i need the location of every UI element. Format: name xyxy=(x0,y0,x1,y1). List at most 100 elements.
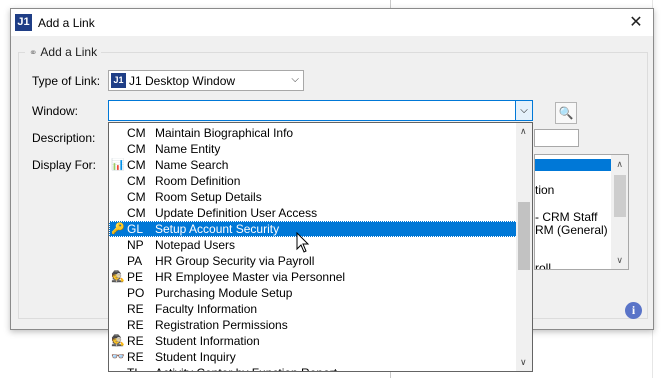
title-bar: J1 Add a Link ✕ xyxy=(11,9,653,36)
lock-key-icon: 🔑 xyxy=(111,223,125,235)
item-name: Purchasing Module Setup xyxy=(155,286,293,300)
item-module: CM xyxy=(127,158,146,172)
window-dropdown-button[interactable]: ⌵ xyxy=(515,101,532,120)
item-icon xyxy=(111,174,125,188)
dropdown-item[interactable]: 🕵 PE HR Employee Master via Personnel xyxy=(109,269,532,285)
scroll-up-icon[interactable]: ∧ xyxy=(520,126,527,137)
item-module: CM xyxy=(127,206,146,220)
item-module: NP xyxy=(127,238,144,252)
display-for-item[interactable]: tion xyxy=(535,183,554,197)
item-module: CM xyxy=(127,190,146,204)
dropdown-item[interactable]: NP Notepad Users xyxy=(109,237,532,253)
dropdown-item[interactable]: 👓 RE Student Inquiry xyxy=(109,349,532,365)
dropdown-item[interactable]: CM Update Definition User Access xyxy=(109,205,532,221)
chevron-down-icon: ⌵ xyxy=(520,105,528,116)
dropdown-item[interactable]: RE Faculty Information xyxy=(109,301,532,317)
display-for-item[interactable]: RM (General) xyxy=(535,223,608,237)
item-module: RE xyxy=(127,318,144,332)
j1-desktop-icon: J1 xyxy=(111,73,126,88)
item-icon xyxy=(111,302,125,316)
description-input[interactable] xyxy=(534,129,579,147)
item-icon xyxy=(111,254,125,268)
item-name: Activity Center by Function Report xyxy=(155,365,337,371)
item-icon xyxy=(111,318,125,332)
dropdown-item[interactable]: RE Registration Permissions xyxy=(109,317,532,333)
item-module: RE xyxy=(127,350,144,364)
item-icon xyxy=(111,238,125,252)
dropdown-item[interactable]: CM Room Definition xyxy=(109,173,532,189)
item-name: Name Entity xyxy=(155,142,221,156)
scroll-thumb[interactable] xyxy=(614,175,626,217)
item-module: RE xyxy=(127,302,144,316)
dropdown-item[interactable]: PA HR Group Security via Payroll xyxy=(109,253,532,269)
info-icon[interactable]: i xyxy=(625,302,642,319)
item-module: PE xyxy=(127,270,144,284)
dropdown-item[interactable]: 🔑 GL Setup Account Security xyxy=(109,221,532,237)
item-icon xyxy=(111,206,125,220)
display-for-list[interactable]: tion - CRM Staff RM (General) roll ∧ ∨ xyxy=(534,154,629,270)
group-legend-text: Add a Link xyxy=(40,45,98,59)
window-title: Add a Link xyxy=(38,16,95,30)
item-icon xyxy=(111,142,125,156)
item-icon xyxy=(111,126,125,140)
type-of-link-value: J1 Desktop Window xyxy=(129,74,236,88)
item-name: Student Inquiry xyxy=(155,350,236,364)
item-module: CM xyxy=(127,174,146,188)
window-select[interactable]: ⌵ xyxy=(108,100,533,121)
window-dropdown-list[interactable]: CM Maintain Biographical Info CM Name Entit… xyxy=(108,122,533,372)
item-name: Setup Account Security xyxy=(155,222,280,236)
item-name: Faculty Information xyxy=(155,302,258,316)
dropdown-item[interactable]: 🕵 RE Student Information xyxy=(109,333,532,349)
chevron-down-icon: ⌵ xyxy=(291,74,299,85)
person-chart-icon: 📊 xyxy=(111,159,125,171)
dropdown-item[interactable]: PO Purchasing Module Setup xyxy=(109,285,532,301)
scroll-thumb[interactable] xyxy=(518,202,530,270)
display-for-selected-row[interactable] xyxy=(535,159,611,171)
type-of-link-label: Type of Link: xyxy=(32,74,101,88)
item-name: HR Group Security via Payroll xyxy=(155,254,315,268)
spy-glasses-icon: 👓 xyxy=(111,351,125,363)
item-name: Notepad Users xyxy=(155,238,236,252)
item-icon xyxy=(111,190,125,204)
item-module: RE xyxy=(127,334,144,348)
item-name: Student Information xyxy=(155,334,260,348)
item-module: CM xyxy=(127,142,146,156)
item-module: PO xyxy=(127,286,145,300)
item-module: GL xyxy=(127,222,144,236)
group-legend: ⚭ Add a Link xyxy=(25,45,102,59)
item-name: Room Setup Details xyxy=(155,190,262,204)
dropdown-item[interactable]: CM Room Setup Details xyxy=(109,189,532,205)
close-button[interactable]: ✕ xyxy=(619,9,653,36)
type-of-link-select[interactable]: J1 J1 Desktop Window ⌵ xyxy=(108,70,304,91)
link-icon: ⚭ xyxy=(29,48,38,59)
spy-icon: 🕵 xyxy=(111,271,125,283)
item-module: TL xyxy=(127,365,141,371)
dropdown-item[interactable]: CM Name Entity xyxy=(109,141,532,157)
display-for-item[interactable]: roll xyxy=(535,261,551,269)
binoculars-icon: 🔍 xyxy=(558,106,574,120)
item-name: Name Search xyxy=(155,158,229,172)
j1-app-icon: J1 xyxy=(15,14,32,31)
scroll-down-icon[interactable]: ∨ xyxy=(616,255,623,266)
description-label: Description: xyxy=(32,131,96,145)
dropdown-item[interactable]: 📊 CM Name Search xyxy=(109,157,532,173)
item-name: Update Definition User Access xyxy=(155,206,318,220)
dropdown-scrollbar[interactable]: ∧ ∨ xyxy=(516,123,532,371)
item-name: Room Definition xyxy=(155,174,241,188)
item-name: Registration Permissions xyxy=(155,318,288,332)
window-label: Window: xyxy=(32,104,79,118)
display-for-label: Display For: xyxy=(32,158,97,172)
item-module: PA xyxy=(127,254,143,268)
dropdown-item[interactable]: CM Maintain Biographical Info xyxy=(109,125,532,141)
mouse-cursor-icon xyxy=(296,232,310,253)
binoculars-search-button[interactable]: 🔍 xyxy=(555,102,577,124)
spy-icon: 🕵 xyxy=(111,335,125,347)
scroll-down-icon[interactable]: ∨ xyxy=(520,357,527,368)
dropdown-item[interactable]: TL Activity Center by Function Report xyxy=(109,365,532,371)
scroll-up-icon[interactable]: ∧ xyxy=(616,159,623,170)
item-module: CM xyxy=(127,126,146,140)
item-icon xyxy=(111,286,125,300)
item-name: HR Employee Master via Personnel xyxy=(155,270,346,284)
display-for-scrollbar[interactable]: ∧ ∨ xyxy=(611,155,628,269)
display-for-item[interactable]: - CRM Staff xyxy=(535,210,597,224)
